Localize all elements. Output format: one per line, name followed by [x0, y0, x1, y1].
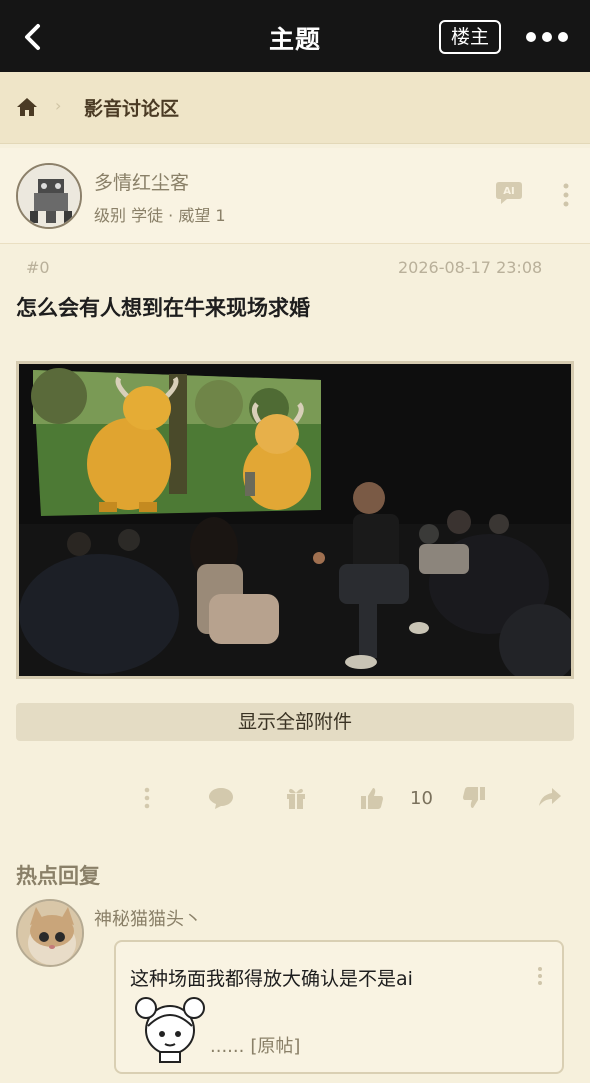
ai-bubble-icon[interactable]: AI [495, 180, 523, 206]
post-action-bar: 10 [0, 775, 590, 821]
reply-original-link-row: ...... [原帖] [210, 1032, 300, 1058]
post-title: 怎么会有人想到在牛来现场求婚 [16, 296, 310, 320]
reply-user-avatar[interactable] [16, 899, 84, 967]
reply-user-name[interactable]: 神秘猫猫头丶 [94, 905, 202, 931]
hot-replies-heading: 热点回复 [16, 864, 100, 888]
author-name[interactable]: 多情红尘客 [94, 168, 189, 195]
more-dots-icon[interactable] [524, 30, 570, 44]
owner-only-button[interactable]: 楼主 [439, 20, 501, 54]
post-author-header: 多情红尘客 级别 学徒 · 威望 1 AI [0, 148, 590, 244]
comment-icon[interactable] [208, 786, 234, 810]
gift-icon[interactable] [286, 786, 306, 810]
original-post-link[interactable]: [原帖] [250, 1036, 300, 1057]
show-all-attachments-button[interactable]: 显示全部附件 [16, 703, 574, 741]
reply-bubble: 这种场面我都得放大确认是不是ai ...... [原帖] [114, 940, 564, 1074]
author-avatar[interactable] [16, 163, 82, 229]
share-icon[interactable] [538, 786, 562, 808]
more-actions-icon[interactable] [142, 786, 152, 810]
home-icon[interactable] [16, 97, 38, 117]
reply-ellipsis: ...... [210, 1036, 245, 1057]
thumbs-down-icon[interactable] [462, 786, 486, 810]
thumbs-up-icon[interactable] [360, 786, 384, 810]
post-menu-icon[interactable] [560, 182, 572, 208]
breadcrumb-separator-icon: › [55, 96, 62, 115]
breadcrumb-section-link[interactable]: 影音讨论区 [84, 94, 179, 121]
reply-menu-icon[interactable] [534, 966, 546, 986]
page-title: 主题 [268, 25, 321, 54]
top-bar: 主题 楼主 [0, 0, 590, 72]
like-count: 10 [410, 788, 433, 809]
chibi-sticker-icon [135, 997, 205, 1063]
post-timestamp: 2026-08-17 23:08 [398, 258, 543, 277]
post-image[interactable] [16, 361, 574, 679]
svg-text:AI: AI [503, 186, 514, 197]
breadcrumb: › 影音讨论区 [0, 72, 590, 144]
post-floor-number: #0 [26, 258, 50, 277]
reply-text: 这种场面我都得放大确认是不是ai [130, 968, 413, 990]
author-level: 级别 学徒 · 威望 1 [94, 206, 226, 225]
